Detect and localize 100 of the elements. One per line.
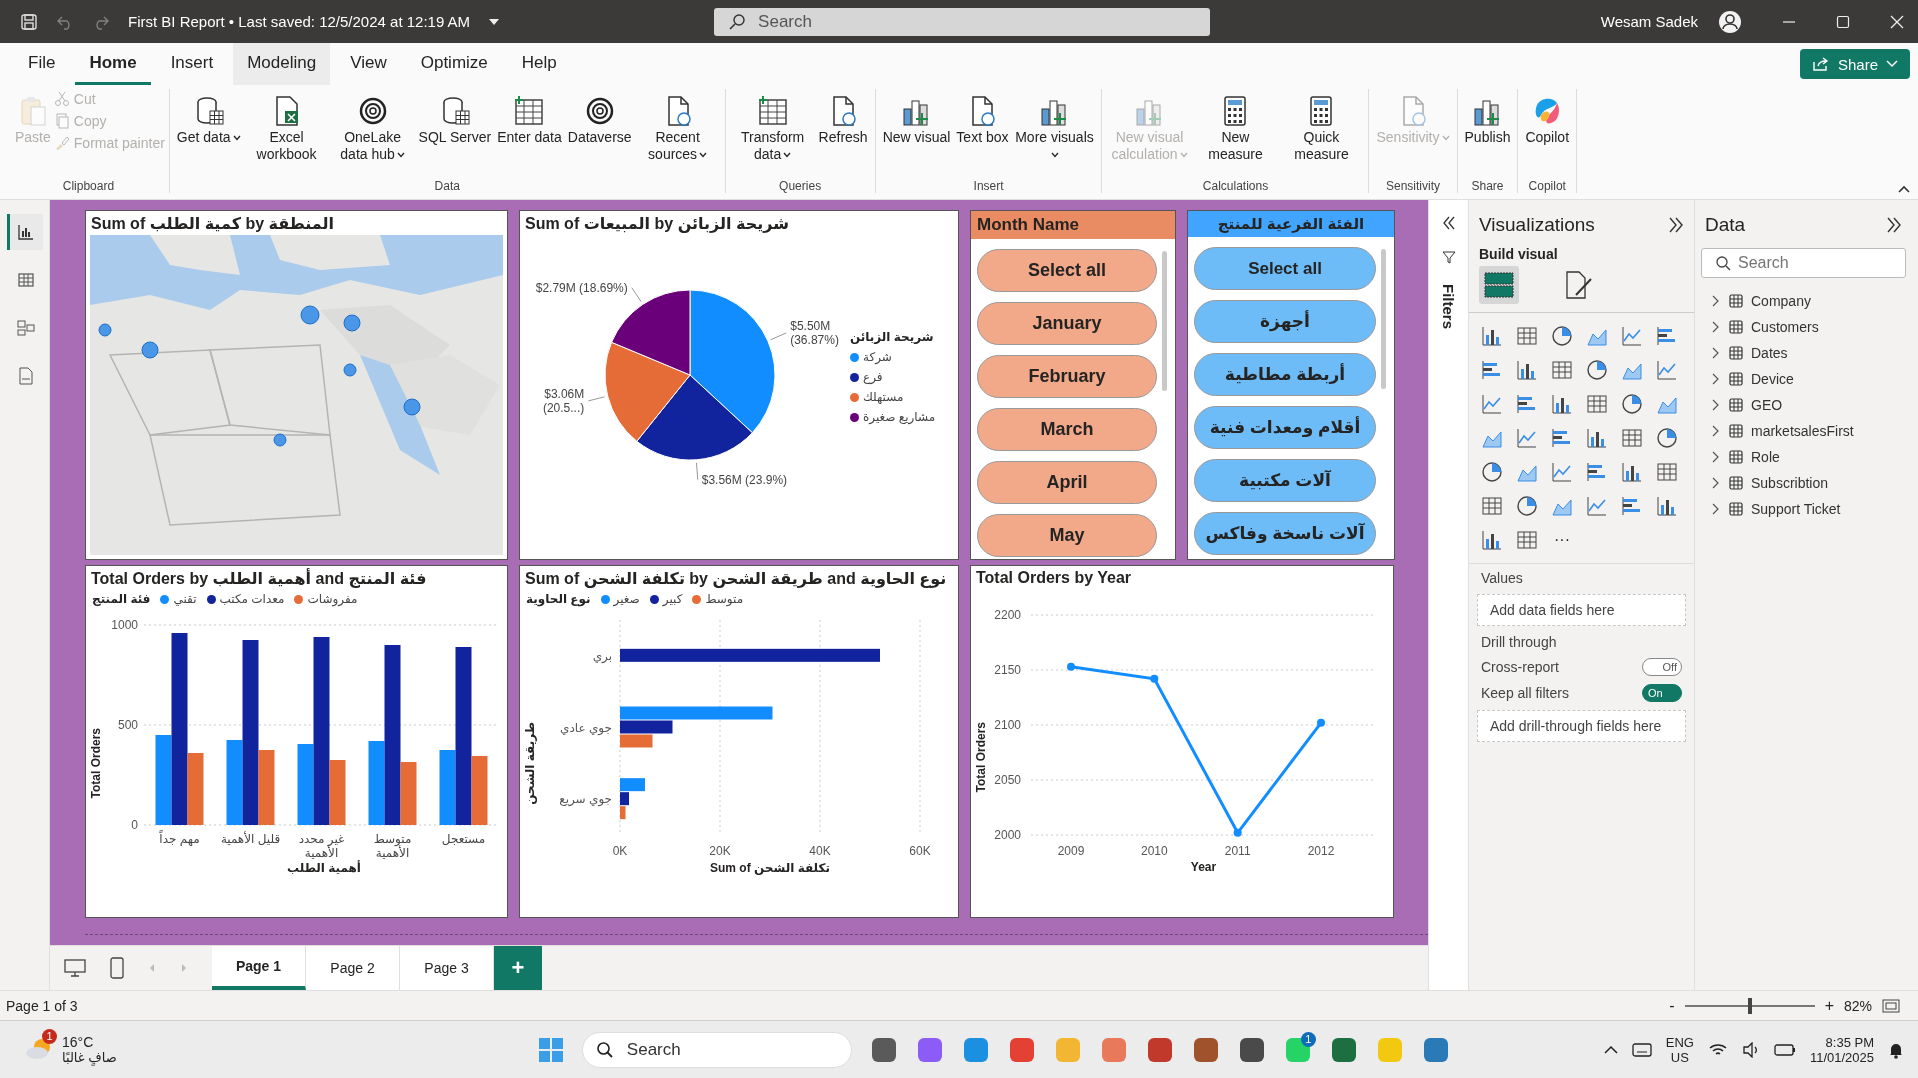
table-icon[interactable] — [1516, 529, 1538, 551]
data-point[interactable] — [1067, 662, 1075, 671]
ribbon-button[interactable]: New visual — [879, 89, 954, 148]
table-icon[interactable] — [1586, 393, 1608, 415]
table-item[interactable]: Customers — [1695, 314, 1912, 340]
slider-thumb[interactable] — [1747, 997, 1752, 1014]
line-chart-icon[interactable] — [1481, 393, 1503, 415]
bar-chart-icon[interactable] — [1516, 359, 1538, 381]
ribbon-button[interactable]: Excel workbook — [243, 89, 330, 165]
battery-icon[interactable] — [1773, 1042, 1796, 1057]
share-button[interactable]: Share — [1799, 49, 1910, 79]
line-chart-icon[interactable] — [1656, 359, 1678, 381]
pane-title[interactable]: Filters — [1440, 284, 1457, 329]
app-icon[interactable] — [1145, 1035, 1174, 1064]
slicer-item[interactable]: March — [977, 408, 1157, 451]
scrollbar[interactable] — [1162, 251, 1167, 391]
ribbon-button[interactable]: Dataverse — [564, 89, 635, 148]
app-icon[interactable] — [915, 1035, 944, 1064]
search-field[interactable]: Search — [581, 1031, 852, 1068]
keyboard-icon[interactable] — [1631, 1042, 1652, 1057]
horizontal-bar-icon[interactable] — [1656, 325, 1678, 347]
table-item[interactable]: Subscribtion — [1695, 470, 1912, 496]
ribbon-button[interactable]: SQL Server — [415, 89, 495, 148]
drop-field[interactable]: Add data fields here — [1477, 594, 1686, 626]
slicer-item[interactable]: April — [977, 461, 1157, 504]
pie-slice[interactable] — [604, 341, 691, 442]
slicer-item[interactable]: Select all — [1194, 247, 1376, 290]
line-chart-icon[interactable] — [1586, 495, 1608, 517]
slicer-item[interactable]: آلات مكتبية — [1194, 459, 1376, 502]
pie-chart-icon[interactable] — [1586, 359, 1608, 381]
add-page-button[interactable]: + — [494, 946, 542, 990]
save-icon[interactable] — [20, 12, 38, 31]
clock[interactable]: 8:35 PM 11/01/2025 — [1809, 1034, 1874, 1065]
fit-page-icon[interactable] — [1882, 998, 1900, 1013]
menu-tab[interactable]: Optimize — [406, 43, 502, 85]
caret-icon[interactable] — [488, 17, 501, 26]
bar[interactable] — [620, 792, 629, 806]
bar-chart-icon[interactable] — [1621, 461, 1643, 483]
ribbon-button[interactable]: Transform data — [729, 89, 816, 165]
collapse-icon[interactable] — [1898, 185, 1910, 193]
pie-chart-icon[interactable] — [1656, 427, 1678, 449]
table-icon[interactable] — [1621, 427, 1643, 449]
page-tab[interactable]: Page 2 — [306, 946, 400, 990]
table-item[interactable]: Device — [1695, 366, 1912, 392]
double-chevron-right-icon[interactable] — [1668, 217, 1684, 233]
page-tab[interactable]: Page 1 — [212, 946, 306, 990]
bar[interactable] — [455, 647, 472, 825]
horizontal-bar-icon[interactable] — [1481, 359, 1503, 381]
double-chevron-right-icon[interactable] — [1886, 217, 1902, 233]
menu-tab[interactable]: Modeling — [233, 43, 331, 85]
speaker-icon[interactable] — [1741, 1041, 1760, 1058]
ribbon-button[interactable]: OneLake data hub — [329, 89, 416, 165]
line-chart-icon[interactable] — [1551, 461, 1573, 483]
ribbon-button[interactable]: Quick measure — [1278, 89, 1365, 165]
table-item[interactable]: Dates — [1695, 340, 1912, 366]
toggle-switch[interactable]: On — [1642, 684, 1682, 702]
slicer-item[interactable]: أربطة مطاطية — [1194, 353, 1376, 396]
wifi-icon[interactable] — [1707, 1041, 1728, 1058]
table-item[interactable]: marketsalesFirst — [1695, 418, 1912, 444]
zoom-out-button[interactable]: - — [1669, 996, 1675, 1015]
table-icon[interactable] — [1656, 461, 1678, 483]
close-icon[interactable] — [1890, 14, 1904, 29]
app-icon[interactable] — [869, 1035, 898, 1064]
ribbon-button[interactable]: Publish — [1461, 89, 1514, 148]
app-icon[interactable] — [1191, 1035, 1220, 1064]
bar[interactable] — [620, 720, 673, 734]
maximize-icon[interactable] — [1836, 14, 1850, 29]
scrollbar[interactable] — [1381, 249, 1386, 389]
bar[interactable] — [171, 633, 188, 825]
table-icon[interactable] — [1481, 495, 1503, 517]
line-chart-icon[interactable] — [1516, 427, 1538, 449]
ribbon-button[interactable]: Enter data — [494, 89, 565, 148]
slicer-item[interactable]: January — [977, 302, 1157, 345]
page-tab[interactable]: Page 3 — [400, 946, 494, 990]
ribbon-button[interactable]: Get data — [173, 89, 244, 148]
bar-chart-icon[interactable] — [1481, 529, 1503, 551]
menu-tab[interactable]: File — [14, 43, 70, 85]
data-point[interactable] — [1150, 674, 1159, 683]
bar[interactable] — [384, 645, 401, 825]
horizontal-bar-icon[interactable] — [1516, 393, 1538, 415]
slicer-item[interactable]: أقلام ومعدات فنية — [1194, 406, 1376, 449]
horizontal-bar-icon[interactable] — [1621, 495, 1643, 517]
avatar-icon[interactable] — [1718, 9, 1742, 34]
double-chevron-left-icon[interactable] — [1441, 216, 1456, 230]
bar-chart-icon[interactable] — [1481, 325, 1503, 347]
pie-chart-icon[interactable] — [1551, 325, 1573, 347]
search-field[interactable]: Search — [1701, 248, 1906, 278]
view-button[interactable] — [6, 214, 43, 250]
pie-chart-icon[interactable] — [1621, 393, 1643, 415]
app-icon[interactable] — [1329, 1035, 1358, 1064]
toggle-switch[interactable]: Off — [1642, 658, 1682, 676]
slicer-item[interactable]: آلات ناسخة وفاكس — [1194, 512, 1376, 555]
ribbon-button[interactable]: Text box — [953, 89, 1012, 148]
pie-slice[interactable] — [689, 289, 776, 434]
bar-chart-icon[interactable] — [1551, 393, 1573, 415]
search-field[interactable]: Search — [714, 7, 1210, 36]
table-item[interactable]: Support Ticket — [1695, 496, 1912, 522]
slicer-item[interactable]: أجهزة — [1194, 300, 1376, 343]
desktop-icon[interactable] — [64, 958, 86, 978]
pie-chart-icon[interactable] — [1481, 461, 1503, 483]
